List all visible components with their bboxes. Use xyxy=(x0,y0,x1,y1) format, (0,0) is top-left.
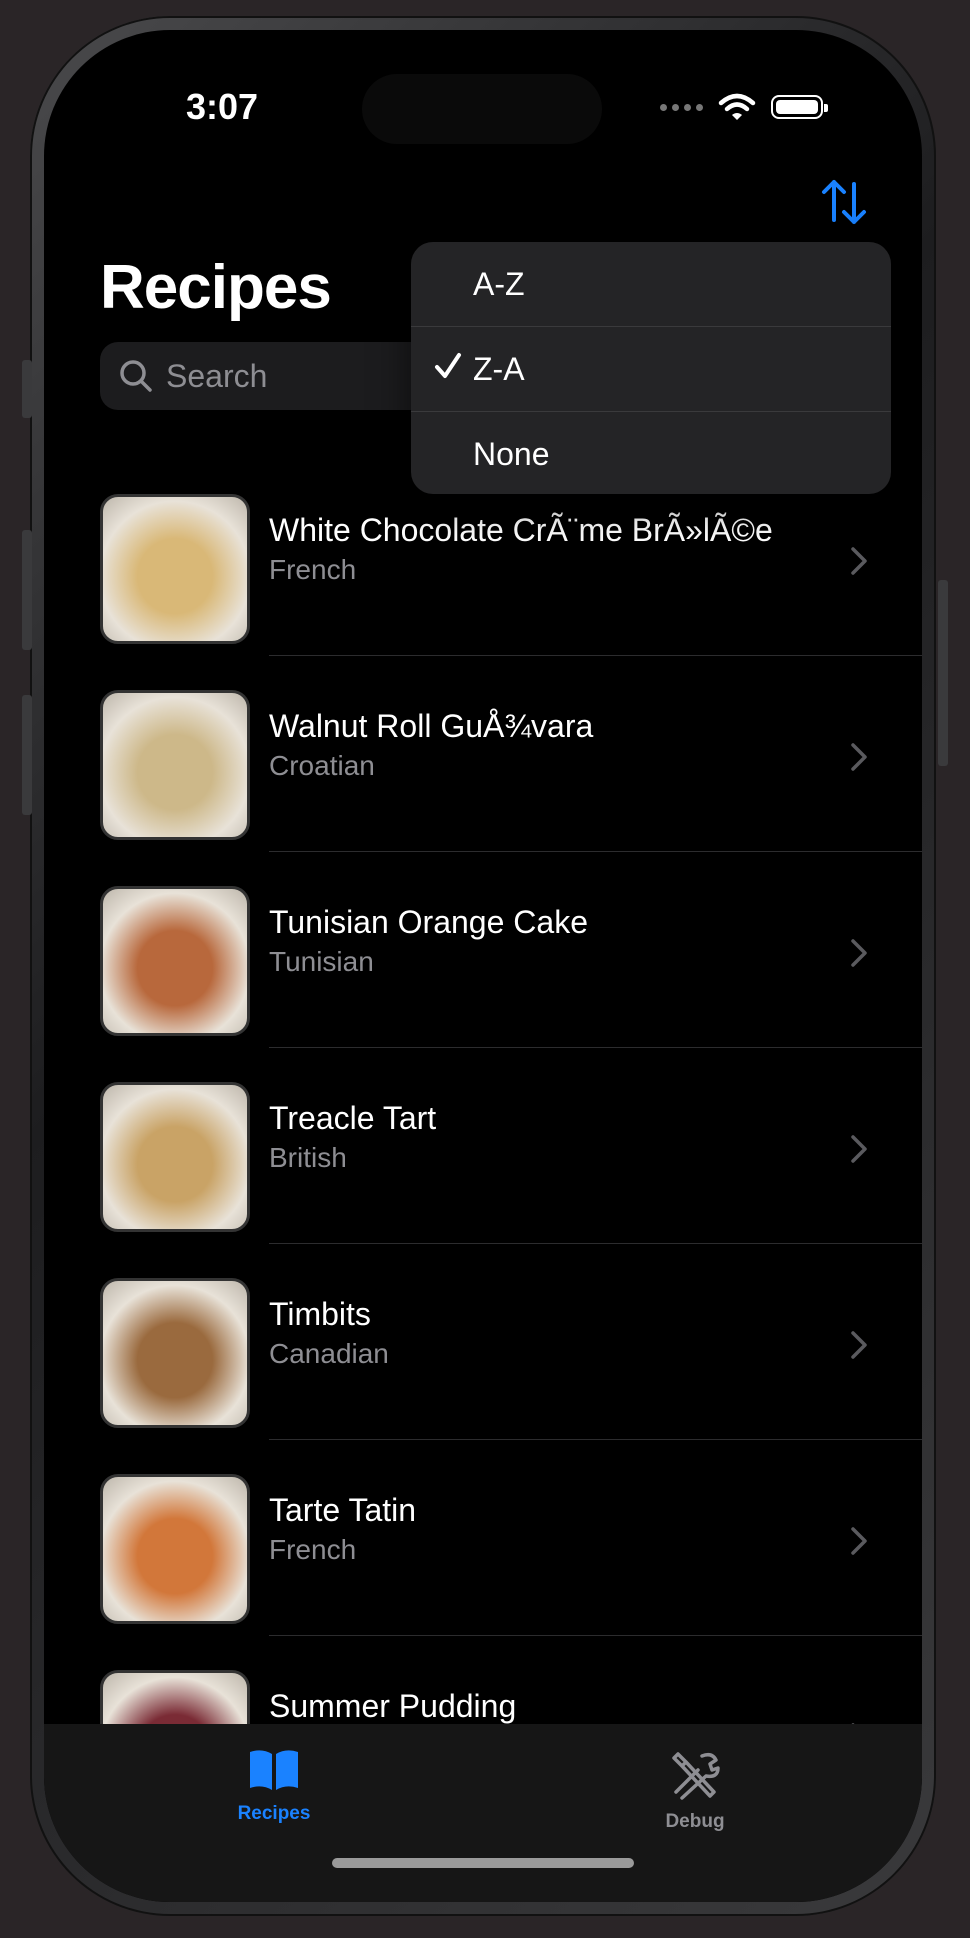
recipe-cuisine: Croatian xyxy=(269,750,375,781)
screen: 3:07 Recipes White Chocolate CrÃ¨me BrÃ»… xyxy=(44,30,922,1902)
recipe-list: White Chocolate CrÃ¨me BrÃ»lÃ©e French Wal… xyxy=(44,460,922,1832)
recipe-thumbnail xyxy=(100,886,250,1036)
tab-recipes-label: Recipes xyxy=(237,1803,311,1824)
volume-down-button xyxy=(22,695,32,815)
tab-debug[interactable]: Debug xyxy=(615,1748,775,1833)
chevron-right-icon xyxy=(851,1527,867,1555)
sort-option-label: None xyxy=(473,435,550,472)
recipe-name: Tunisian Orange Cake xyxy=(269,904,588,940)
recipe-cuisine: Canadian xyxy=(269,1338,389,1369)
status-indicators xyxy=(660,92,828,122)
volume-up-button xyxy=(22,530,32,650)
mute-switch xyxy=(22,360,32,418)
chevron-right-icon xyxy=(851,547,867,575)
sort-option-0[interactable]: A-Z xyxy=(411,242,891,326)
sort-option-label: Z-A xyxy=(473,350,525,387)
tab-debug-label: Debug xyxy=(665,1811,725,1832)
recipe-name: White Chocolate CrÃ¨me BrÃ»lÃ©e xyxy=(269,512,773,548)
recipe-cuisine: French xyxy=(269,554,357,585)
power-button xyxy=(938,580,948,766)
home-indicator xyxy=(332,1858,634,1868)
tab-bar: Recipes Debug xyxy=(44,1724,922,1902)
chevron-right-icon xyxy=(851,1331,867,1359)
recipe-thumbnail xyxy=(100,1082,250,1232)
page-title: Recipes xyxy=(100,253,332,322)
sort-menu: A-Z Z-A None xyxy=(411,242,891,494)
wifi-icon xyxy=(718,93,756,120)
recipe-name: Walnut Roll GuÅ¾vara xyxy=(269,708,594,744)
recipe-row[interactable]: Walnut Roll GuÅ¾vara Croatian xyxy=(44,656,922,852)
recipe-thumbnail xyxy=(100,1278,250,1428)
tools-icon xyxy=(672,1752,720,1800)
status-time: 3:07 xyxy=(186,86,259,127)
recipe-row[interactable]: Tarte Tatin French xyxy=(44,1440,922,1636)
recipe-thumbnail xyxy=(100,690,250,840)
recipe-row[interactable]: Timbits Canadian xyxy=(44,1244,922,1440)
recipe-name: Timbits xyxy=(269,1296,371,1332)
signal-icon xyxy=(660,103,703,111)
chevron-right-icon xyxy=(851,743,867,771)
recipe-row[interactable]: Tunisian Orange Cake Tunisian xyxy=(44,852,922,1048)
recipe-cuisine: British xyxy=(269,1142,347,1173)
sort-option-2[interactable]: None xyxy=(411,411,891,494)
chevron-right-icon xyxy=(851,1135,867,1163)
recipe-name: Treacle Tart xyxy=(269,1100,437,1136)
recipe-row[interactable]: Treacle Tart British xyxy=(44,1048,922,1244)
battery-icon xyxy=(771,95,828,119)
sort-option-label: A-Z xyxy=(473,265,525,302)
recipe-thumbnail xyxy=(100,1474,250,1624)
recipe-cuisine: French xyxy=(269,1534,357,1565)
checkmark-icon xyxy=(435,353,461,378)
tab-recipes[interactable]: Recipes xyxy=(194,1748,354,1825)
dynamic-island xyxy=(362,74,602,144)
book-icon xyxy=(250,1750,298,1790)
sort-icon[interactable] xyxy=(814,172,874,232)
sort-option-1[interactable]: Z-A xyxy=(411,326,891,411)
recipe-name: Summer Pudding xyxy=(269,1688,517,1724)
recipe-thumbnail xyxy=(100,494,250,644)
recipe-name: Tarte Tatin xyxy=(269,1492,417,1528)
recipe-cuisine: Tunisian xyxy=(269,946,374,977)
chevron-right-icon xyxy=(851,939,867,967)
search-icon xyxy=(120,360,152,392)
